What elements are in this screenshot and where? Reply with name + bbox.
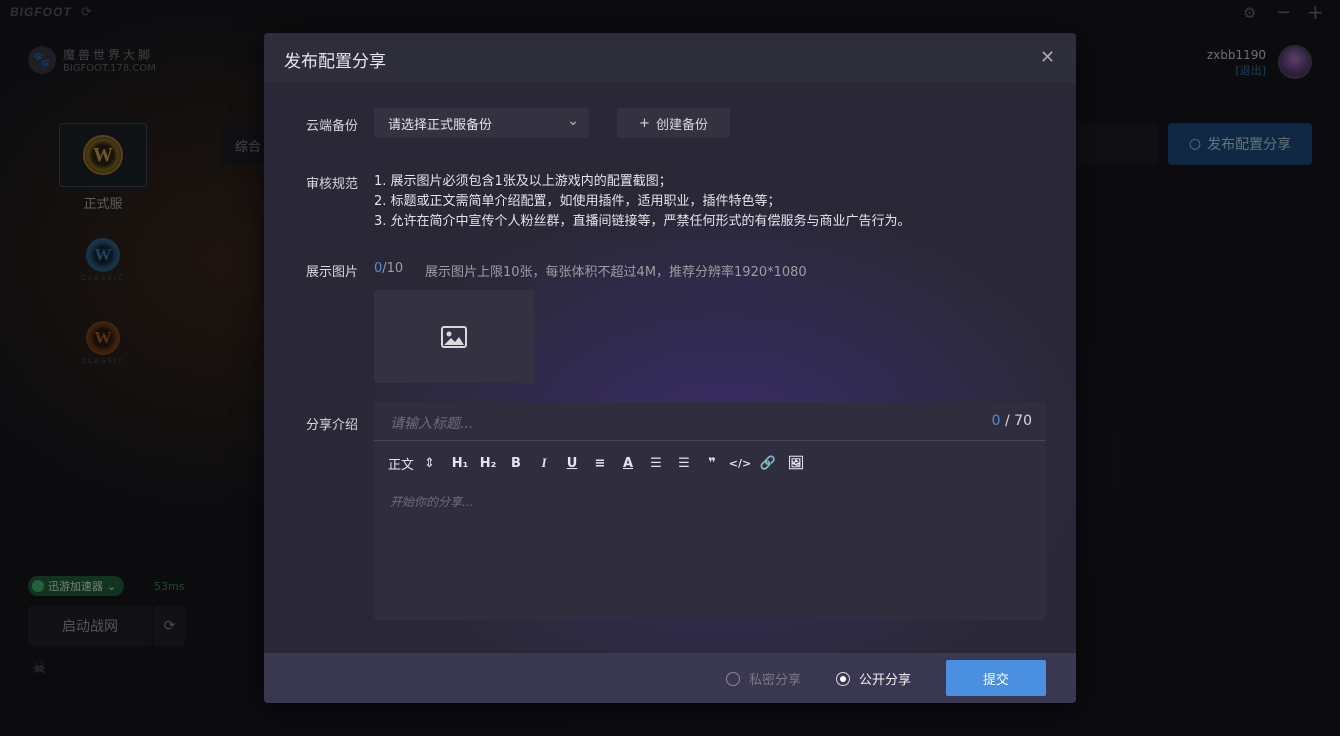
rule-item: 2. 标题或正文需简单介绍配置，如使用插件，适用职业，插件特色等；: [374, 194, 781, 209]
image-upload-button[interactable]: [374, 290, 534, 383]
private-share-label: 私密分享: [749, 673, 802, 688]
create-backup-button[interactable]: + 创建备份: [617, 108, 730, 138]
radio-icon: [726, 671, 740, 686]
link-icon[interactable]: 🔗: [754, 452, 782, 474]
private-share-radio[interactable]: 私密分享: [726, 669, 801, 688]
editor-body[interactable]: 开始你的分享...: [390, 493, 473, 510]
quote-icon[interactable]: ❞: [698, 452, 726, 474]
image-icon[interactable]: 🖼: [782, 452, 810, 474]
divider: [374, 440, 1046, 441]
modal-footer: 私密分享 公开分享 提交: [264, 653, 1076, 703]
rule-item: 1. 展示图片必须包含1张及以上游戏内的配置截图；: [374, 174, 672, 189]
h2-icon[interactable]: H₂: [474, 452, 502, 474]
heading-select-value: 正文: [388, 457, 415, 473]
images-hint: 展示图片上限10张，每张体积不超过4M，推荐分辨率1920*1080: [425, 265, 807, 280]
images-label: 展示图片: [306, 265, 359, 280]
close-icon[interactable]: ✕: [1040, 47, 1055, 68]
align-icon[interactable]: ≡: [586, 452, 614, 474]
images-counter: 0/10: [374, 261, 403, 276]
cloud-backup-label: 云端备份: [306, 119, 359, 134]
rule-item: 3. 允许在简介中宣传个人粉丝群，直播间链接等，严禁任何形式的有偿服务与商业广告…: [374, 214, 911, 229]
create-backup-label: 创建备份: [655, 117, 708, 133]
title-input[interactable]: 请输入标题...: [390, 413, 473, 433]
underline-icon[interactable]: U: [558, 452, 586, 474]
images-count-max: /10: [382, 261, 404, 276]
modal-header: 发布配置分享 ✕: [264, 33, 1076, 83]
backup-select-value: 请选择正式服备份: [388, 117, 493, 133]
sort-icon: ⇕: [424, 455, 435, 471]
modal-title: 发布配置分享: [284, 52, 386, 72]
bullet-list-icon[interactable]: ☰: [670, 452, 698, 474]
ordered-list-icon[interactable]: ☰: [642, 452, 670, 474]
backup-select[interactable]: 请选择正式服备份 ⌄: [374, 108, 589, 138]
chevron-down-icon: ⌄: [567, 113, 579, 129]
rich-text-editor: 请输入标题... 0 / 70 正文 ⇕ H₁ H₂ B I U ≡ A ☰ ☰ …: [374, 402, 1046, 620]
italic-icon[interactable]: I: [530, 452, 558, 474]
code-icon[interactable]: </>: [726, 452, 754, 474]
publish-modal: 发布配置分享 ✕ 云端备份 请选择正式服备份 ⌄ + 创建备份 审核规范 1. …: [264, 33, 1076, 703]
h1-icon[interactable]: H₁: [446, 452, 474, 474]
title-count-current: 0: [991, 413, 1001, 429]
font-color-icon[interactable]: A: [614, 452, 642, 474]
editor-toolbar: 正文 ⇕ H₁ H₂ B I U ≡ A ☰ ☰ ❞ </> 🔗 🖼: [388, 452, 810, 474]
public-share-label: 公开分享: [859, 673, 912, 688]
intro-label: 分享介绍: [306, 418, 359, 433]
rules-label: 审核规范: [306, 177, 359, 192]
rules-list: 1. 展示图片必须包含1张及以上游戏内的配置截图； 2. 标题或正文需简单介绍配…: [374, 172, 911, 232]
image-icon: [441, 325, 467, 348]
public-share-radio[interactable]: 公开分享: [836, 669, 911, 688]
bold-icon[interactable]: B: [502, 452, 530, 474]
title-counter: 0 / 70: [992, 413, 1032, 429]
plus-icon: +: [639, 115, 650, 131]
heading-select[interactable]: 正文 ⇕: [388, 452, 446, 474]
title-count-max: / 70: [1000, 413, 1032, 429]
submit-button[interactable]: 提交: [946, 660, 1046, 696]
radio-checked-icon: [836, 671, 850, 686]
